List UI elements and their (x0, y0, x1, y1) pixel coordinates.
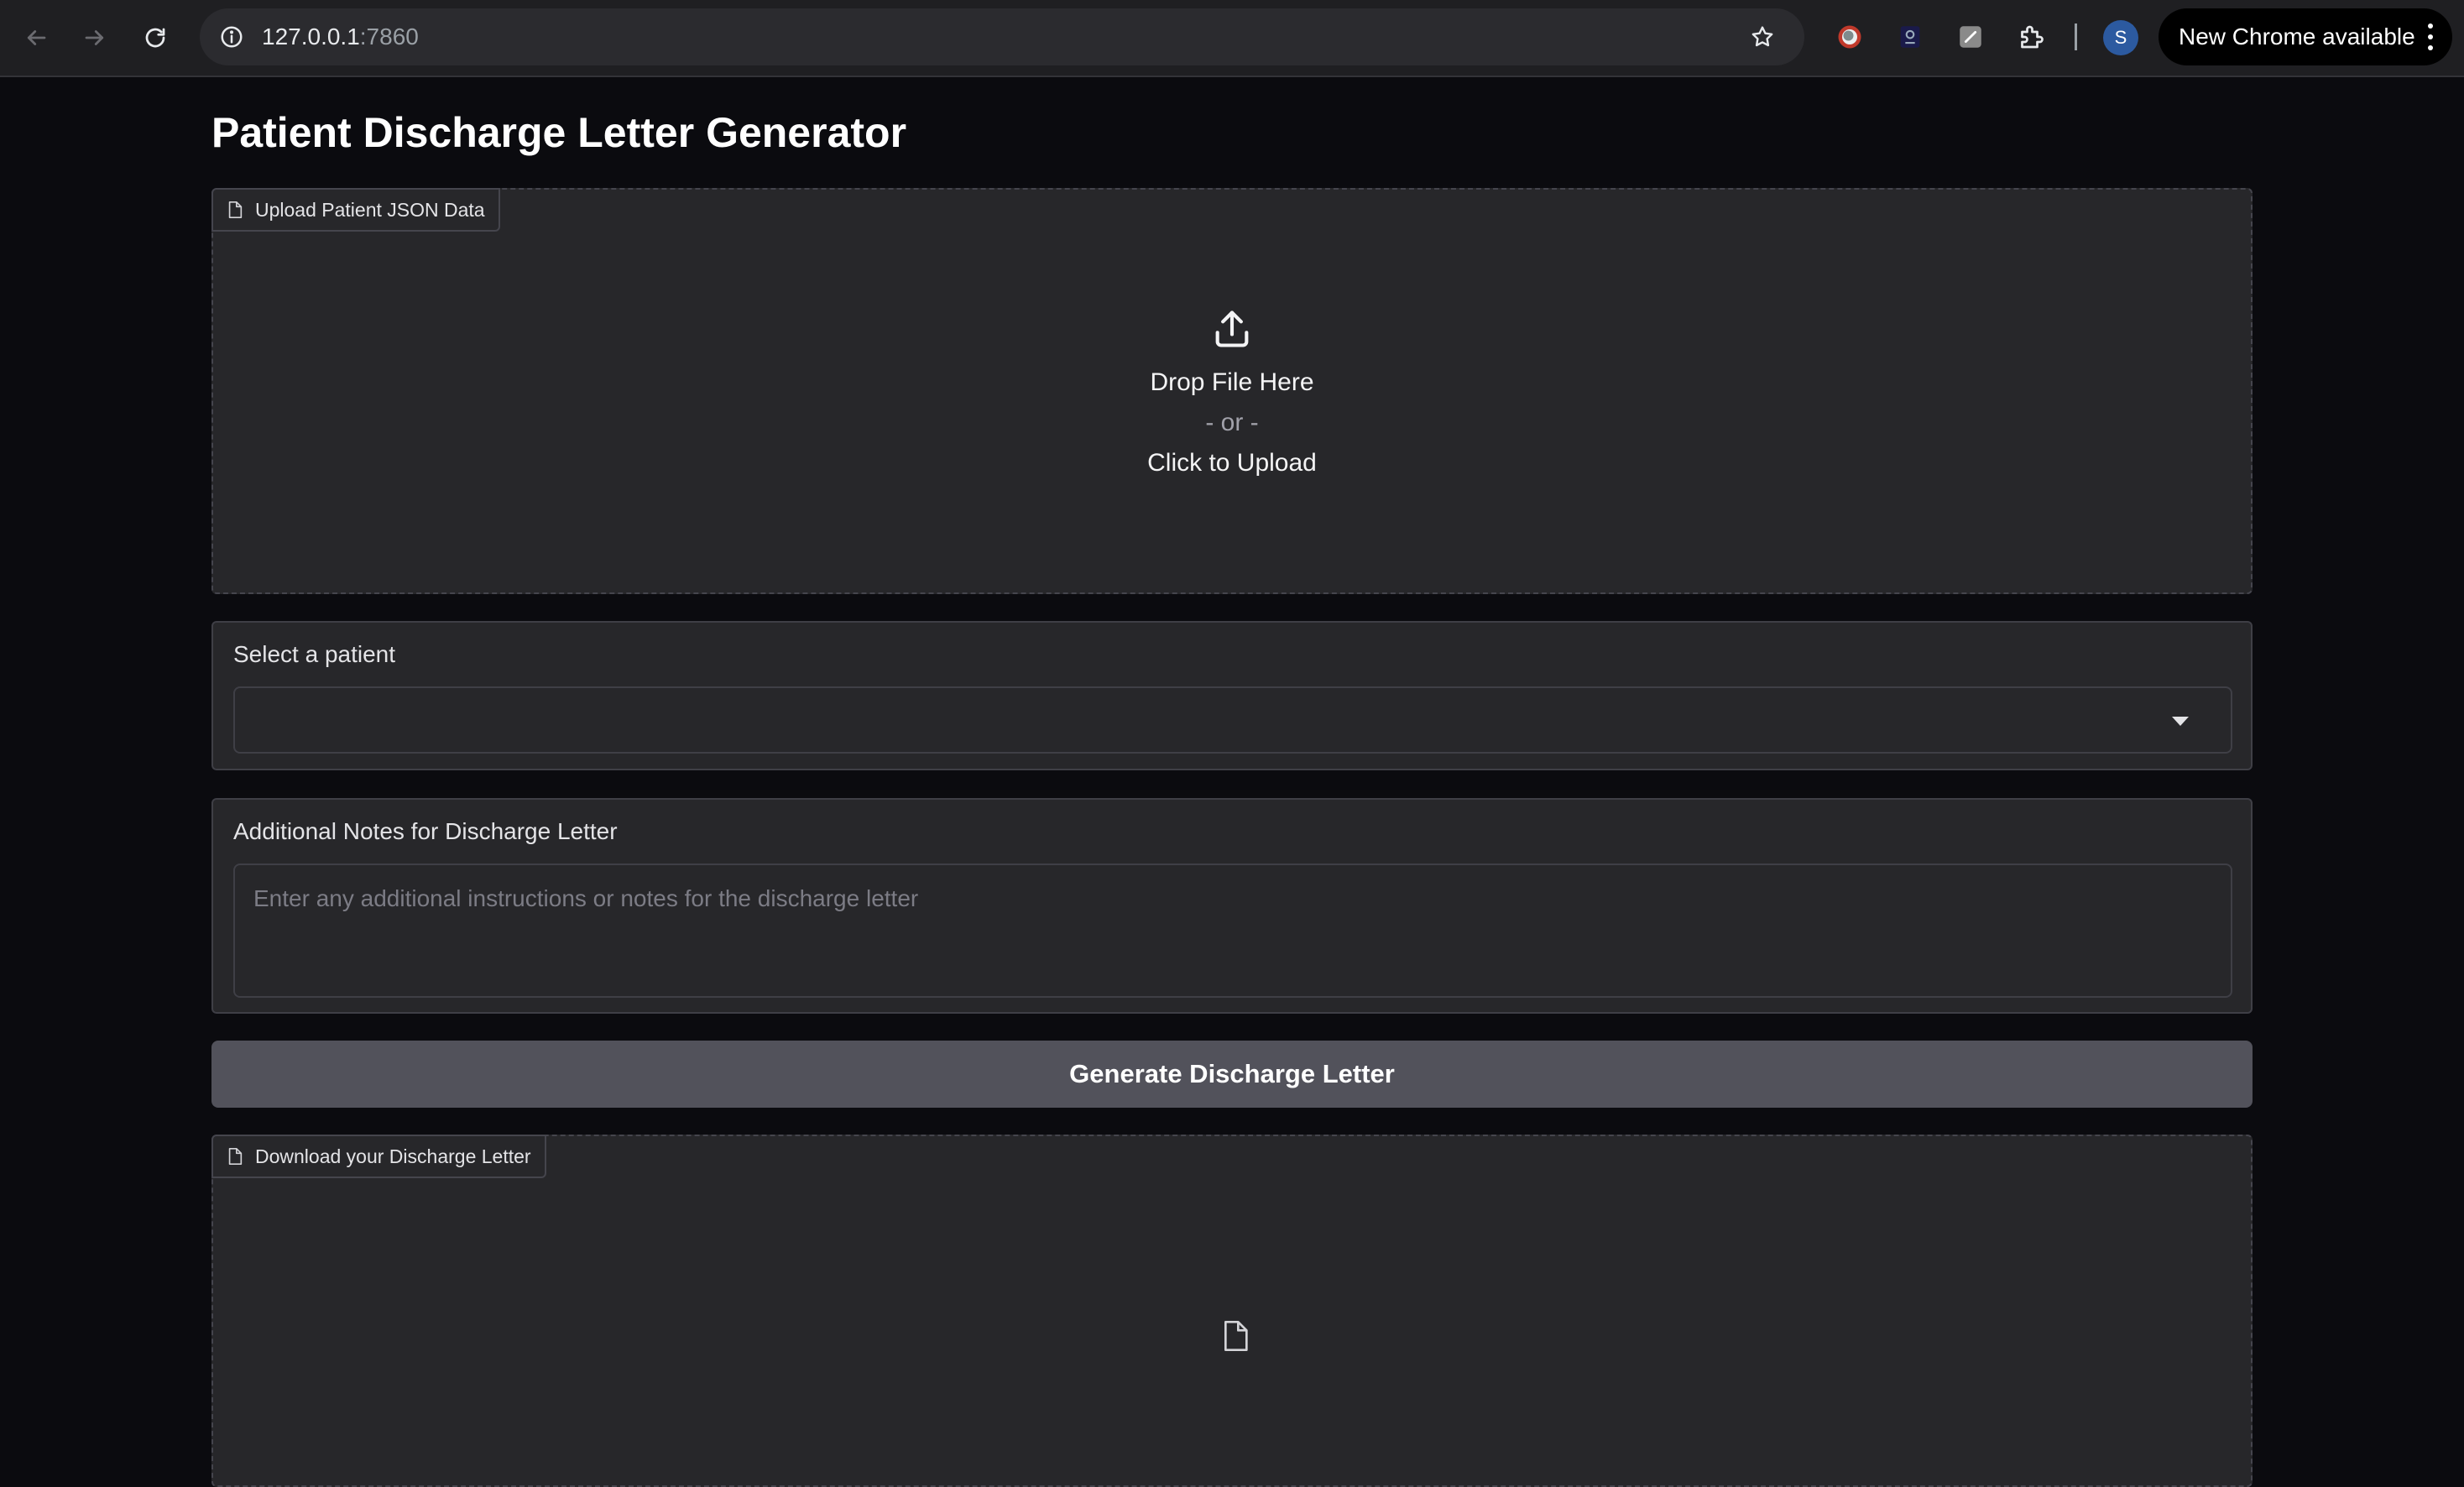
site-info-icon[interactable] (215, 20, 248, 54)
url-host: 127.0.0.1 (262, 23, 360, 50)
patient-dropdown[interactable] (233, 686, 2232, 754)
notes-panel: Additional Notes for Discharge Letter (211, 798, 2253, 1014)
dropdown-caret-icon[interactable] (2172, 717, 2189, 726)
patient-select-label: Select a patient (233, 641, 396, 667)
upload-prompt[interactable]: Drop File Here - or - Click to Upload (213, 307, 2251, 483)
chrome-update-button[interactable]: New Chrome available (2159, 8, 2452, 65)
url-port: :7860 (359, 23, 419, 50)
empty-file-icon (1224, 1321, 1248, 1351)
download-label: Download your Discharge Letter (211, 1135, 546, 1178)
file-icon (228, 201, 243, 218)
toolbar-divider (2075, 23, 2077, 50)
file-icon (228, 1148, 243, 1165)
extension-badge-icon[interactable] (1893, 20, 1927, 54)
click-to-upload-text[interactable]: Click to Upload (1147, 443, 1317, 483)
address-bar[interactable]: 127.0.0.1:7860 (200, 8, 1804, 65)
page-title: Patient Discharge Letter Generator (211, 109, 907, 156)
extension-pen-icon[interactable] (1954, 20, 1987, 54)
forward-button[interactable] (74, 17, 116, 59)
download-panel: Download your Discharge Letter (211, 1135, 2253, 1487)
forward-arrow-icon (85, 30, 104, 45)
back-arrow-icon (27, 30, 46, 45)
notes-label: Additional Notes for Discharge Letter (233, 818, 618, 844)
notes-textarea[interactable] (233, 864, 2232, 998)
extensions-puzzle-icon[interactable] (2014, 20, 2048, 54)
upload-label: Upload Patient JSON Data (211, 188, 500, 232)
upload-icon (1215, 310, 1249, 347)
upload-label-text: Upload Patient JSON Data (255, 198, 485, 221)
reload-button[interactable] (134, 17, 176, 59)
bookmark-star-icon[interactable] (1746, 20, 1779, 54)
chrome-menu-icon[interactable] (2427, 23, 2434, 50)
extension-shield-icon[interactable] (1833, 20, 1866, 54)
chrome-update-label: New Chrome available (2179, 23, 2415, 50)
upload-dropzone[interactable]: Upload Patient JSON Data Drop File Here … (211, 188, 2253, 594)
profile-avatar[interactable]: S (2103, 20, 2138, 55)
or-text: - or - (1205, 409, 1259, 436)
drop-file-text: Drop File Here (1150, 368, 1314, 396)
back-button[interactable] (15, 17, 57, 59)
browser-toolbar: 127.0.0.1:7860 S New Chrome available (0, 0, 2464, 77)
download-label-text: Download your Discharge Letter (255, 1145, 531, 1167)
generate-discharge-letter-button[interactable]: Generate Discharge Letter (211, 1041, 2253, 1108)
reload-icon (145, 28, 165, 48)
url-text: 127.0.0.1:7860 (262, 23, 419, 50)
patient-select-panel: Select a patient (211, 621, 2253, 770)
